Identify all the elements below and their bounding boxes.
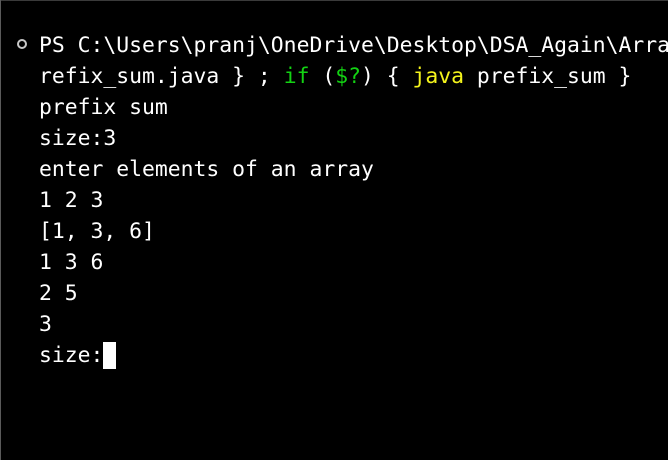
- output-line: 1 2 3: [39, 188, 104, 213]
- output-line: 3: [39, 312, 52, 337]
- prompt-line: PS C:\Users\pranj\OneDrive\Desktop\DSA_A…: [39, 33, 668, 58]
- command-line: refix_sum.java } ; if ($?) { java prefix…: [39, 62, 631, 92]
- input-prompt: size:: [39, 343, 104, 368]
- command-text: refix_sum.java } ;: [39, 64, 284, 89]
- output-line: 2 5: [39, 281, 78, 306]
- output-line: enter elements of an array: [39, 157, 374, 182]
- output-line: prefix sum: [39, 95, 168, 120]
- input-line[interactable]: size:: [39, 341, 117, 371]
- java-command: java: [412, 64, 465, 89]
- output-line: [1, 3, 6]: [39, 219, 155, 244]
- terminal-window[interactable]: PS C:\Users\pranj\OneDrive\Desktop\DSA_A…: [0, 0, 668, 460]
- status-variable: $?: [335, 64, 361, 89]
- command-text: prefix_sum }: [464, 64, 632, 89]
- text-cursor: [103, 342, 117, 369]
- panel-top-border: [1, 0, 668, 1]
- if-keyword: if: [283, 64, 310, 89]
- command-text: (: [309, 64, 336, 89]
- output-line: 1 3 6: [39, 250, 104, 275]
- output-line: size:3: [39, 126, 117, 151]
- command-text: ) {: [360, 64, 413, 89]
- command-status-circle-icon[interactable]: [17, 39, 27, 49]
